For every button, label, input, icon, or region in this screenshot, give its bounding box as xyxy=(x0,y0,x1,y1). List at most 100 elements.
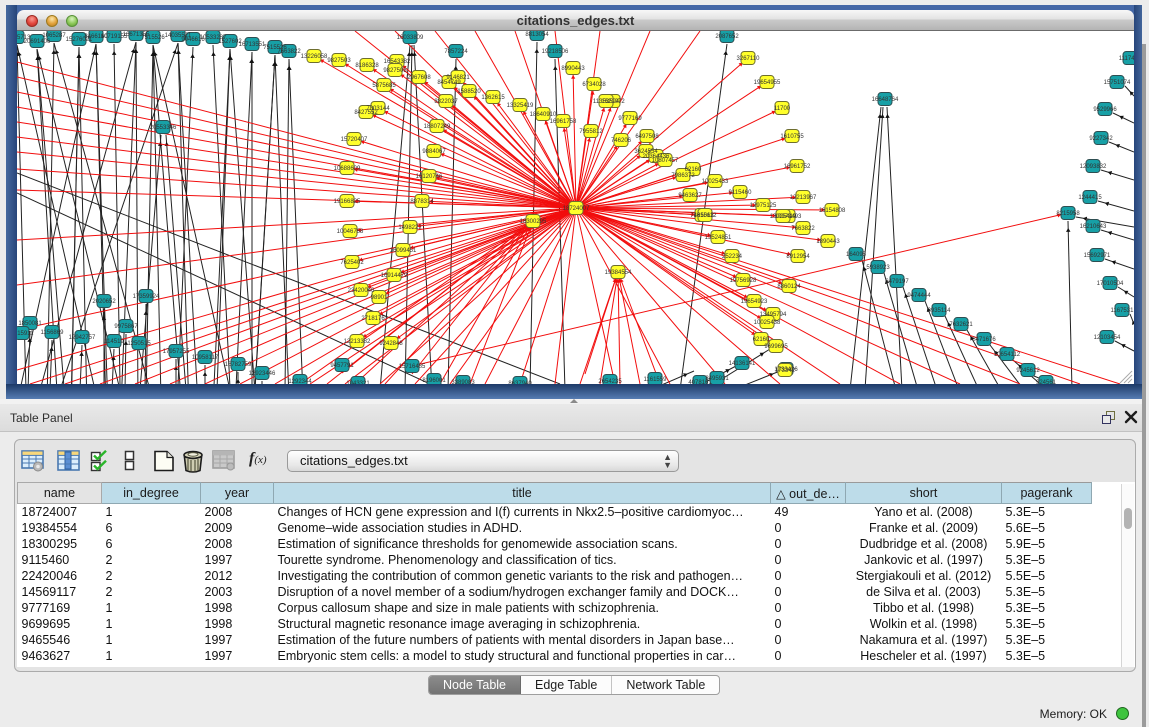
svg-text:12213967: 12213967 xyxy=(790,195,817,201)
svg-text:8990443: 8990443 xyxy=(561,66,585,72)
svg-text:9827508: 9827508 xyxy=(383,68,407,74)
svg-text:12213382: 12213382 xyxy=(344,339,371,345)
svg-text:7632621: 7632621 xyxy=(949,322,973,328)
svg-text:19384554: 19384554 xyxy=(605,270,632,276)
svg-text:6479197: 6479197 xyxy=(885,279,909,285)
svg-text:1043321: 1043321 xyxy=(346,381,370,384)
svg-text:17359924: 17359924 xyxy=(133,294,160,300)
svg-text:1167531: 1167531 xyxy=(1111,308,1134,314)
svg-text:1362615: 1362615 xyxy=(481,95,505,101)
svg-text:6734028: 6734028 xyxy=(582,82,606,88)
svg-text:9457791: 9457791 xyxy=(330,363,354,369)
svg-text:8912954: 8912954 xyxy=(786,254,810,260)
svg-text:7625402: 7625402 xyxy=(340,260,364,266)
svg-text:9827503: 9827503 xyxy=(327,58,351,64)
svg-text:18300295: 18300295 xyxy=(520,219,547,225)
svg-text:9115460: 9115460 xyxy=(729,190,753,196)
svg-text:8196001: 8196001 xyxy=(422,378,446,384)
svg-text:1615112: 1615112 xyxy=(694,213,718,219)
svg-text:9529966: 9529966 xyxy=(1093,107,1117,113)
svg-text:9777169: 9777169 xyxy=(618,116,642,122)
svg-text:19654923: 19654923 xyxy=(741,299,768,305)
svg-text:15751074: 15751074 xyxy=(1104,80,1131,86)
svg-text:8186328: 8186328 xyxy=(355,63,379,69)
svg-text:5875685: 5875685 xyxy=(372,83,396,89)
svg-text:23420046: 23420046 xyxy=(348,288,375,294)
svg-text:9884067: 9884067 xyxy=(422,149,446,155)
svg-text:20691406: 20691406 xyxy=(24,39,51,45)
svg-text:9463627: 9463627 xyxy=(678,193,702,199)
svg-text:8427552: 8427552 xyxy=(354,110,378,116)
svg-text:15716485: 15716485 xyxy=(399,364,426,370)
svg-text:16961758: 16961758 xyxy=(550,119,577,125)
svg-text:17010504: 17010504 xyxy=(1097,281,1124,287)
svg-text:10025438: 10025438 xyxy=(754,320,781,326)
svg-text:2654235: 2654235 xyxy=(598,379,622,384)
svg-text:8822037: 8822037 xyxy=(434,99,458,105)
svg-text:3389083: 3389083 xyxy=(451,380,475,384)
svg-text:2718176: 2718176 xyxy=(361,316,385,322)
svg-text:16543382: 16543382 xyxy=(384,59,411,65)
svg-text:12923446: 12923446 xyxy=(249,371,276,377)
svg-text:13325419: 13325419 xyxy=(507,103,534,109)
svg-text:13524851: 13524851 xyxy=(705,235,732,241)
svg-text:2020652: 2020652 xyxy=(92,299,116,305)
svg-text:1850081: 1850081 xyxy=(18,321,42,327)
svg-text:9245612: 9245612 xyxy=(1016,368,1040,374)
svg-text:9227342: 9227342 xyxy=(1089,136,1113,142)
svg-text:11700: 11700 xyxy=(774,106,791,112)
svg-text:10654112: 10654112 xyxy=(994,352,1021,358)
svg-text:62160: 62160 xyxy=(753,337,770,343)
svg-text:3915911: 3915911 xyxy=(17,331,34,337)
svg-text:19218506: 19218506 xyxy=(542,49,569,55)
svg-text:1250515: 1250515 xyxy=(127,341,151,347)
svg-text:2935114: 2935114 xyxy=(928,308,952,314)
svg-text:1244415: 1244415 xyxy=(1078,195,1102,201)
svg-text:20553346: 20553346 xyxy=(150,125,177,131)
svg-text:12093832: 12093832 xyxy=(1080,164,1107,170)
svg-text:164095: 164095 xyxy=(846,252,867,258)
svg-text:16210643: 16210643 xyxy=(1080,224,1107,230)
svg-text:16713551: 16713551 xyxy=(239,42,266,48)
svg-text:16033809: 16033809 xyxy=(397,35,424,41)
svg-text:7515526: 7515526 xyxy=(141,35,165,41)
svg-text:7857224: 7857224 xyxy=(444,49,468,55)
svg-text:15692971: 15692971 xyxy=(1084,253,1111,259)
svg-text:8637940: 8637940 xyxy=(508,381,532,384)
svg-text:13495794: 13495794 xyxy=(760,312,787,318)
svg-text:18807249: 18807249 xyxy=(424,124,451,130)
svg-text:9242848: 9242848 xyxy=(379,341,403,347)
svg-text:9975867: 9975867 xyxy=(114,324,138,330)
svg-text:19654955: 19654955 xyxy=(754,80,781,86)
svg-text:18640910: 18640910 xyxy=(530,112,557,118)
svg-text:7663822: 7663822 xyxy=(791,226,815,232)
svg-text:19166825: 19166825 xyxy=(334,199,361,205)
svg-text:14136141: 14136141 xyxy=(729,361,756,367)
svg-text:10688609: 10688609 xyxy=(334,166,361,172)
svg-text:16099451: 16099451 xyxy=(390,248,417,254)
svg-text:8471676: 8471676 xyxy=(972,337,996,343)
svg-text:19756928: 19756928 xyxy=(730,278,757,284)
svg-text:8860124: 8860124 xyxy=(777,284,801,290)
svg-text:12942757: 12942757 xyxy=(69,335,96,341)
svg-text:114519: 114519 xyxy=(104,339,124,345)
svg-text:9699695: 9699695 xyxy=(764,344,788,350)
svg-text:12103454: 12103454 xyxy=(1094,335,1121,341)
svg-text:1065287: 1065287 xyxy=(42,33,66,39)
svg-text:2967608: 2967608 xyxy=(407,75,431,81)
svg-text:8813054: 8813054 xyxy=(525,32,549,38)
svg-text:18724007: 18724007 xyxy=(563,206,590,212)
svg-text:12975125: 12975125 xyxy=(750,203,777,209)
svg-text:8878314: 8878314 xyxy=(410,199,434,205)
svg-text:3267110: 3267110 xyxy=(737,56,761,62)
svg-text:1498222: 1498222 xyxy=(398,225,422,231)
svg-text:16961752: 16961752 xyxy=(784,164,811,170)
svg-text:7955812: 7955812 xyxy=(579,129,603,135)
svg-text:10807457: 10807457 xyxy=(652,158,679,164)
svg-text:8215958: 8215958 xyxy=(1056,211,1080,217)
svg-text:7986372: 7986372 xyxy=(671,173,695,179)
svg-text:16648764: 16648764 xyxy=(872,97,899,103)
svg-text:1117421: 1117421 xyxy=(1119,56,1134,62)
svg-text:9474444: 9474444 xyxy=(907,293,931,299)
svg-text:9146821: 9146821 xyxy=(446,75,470,81)
